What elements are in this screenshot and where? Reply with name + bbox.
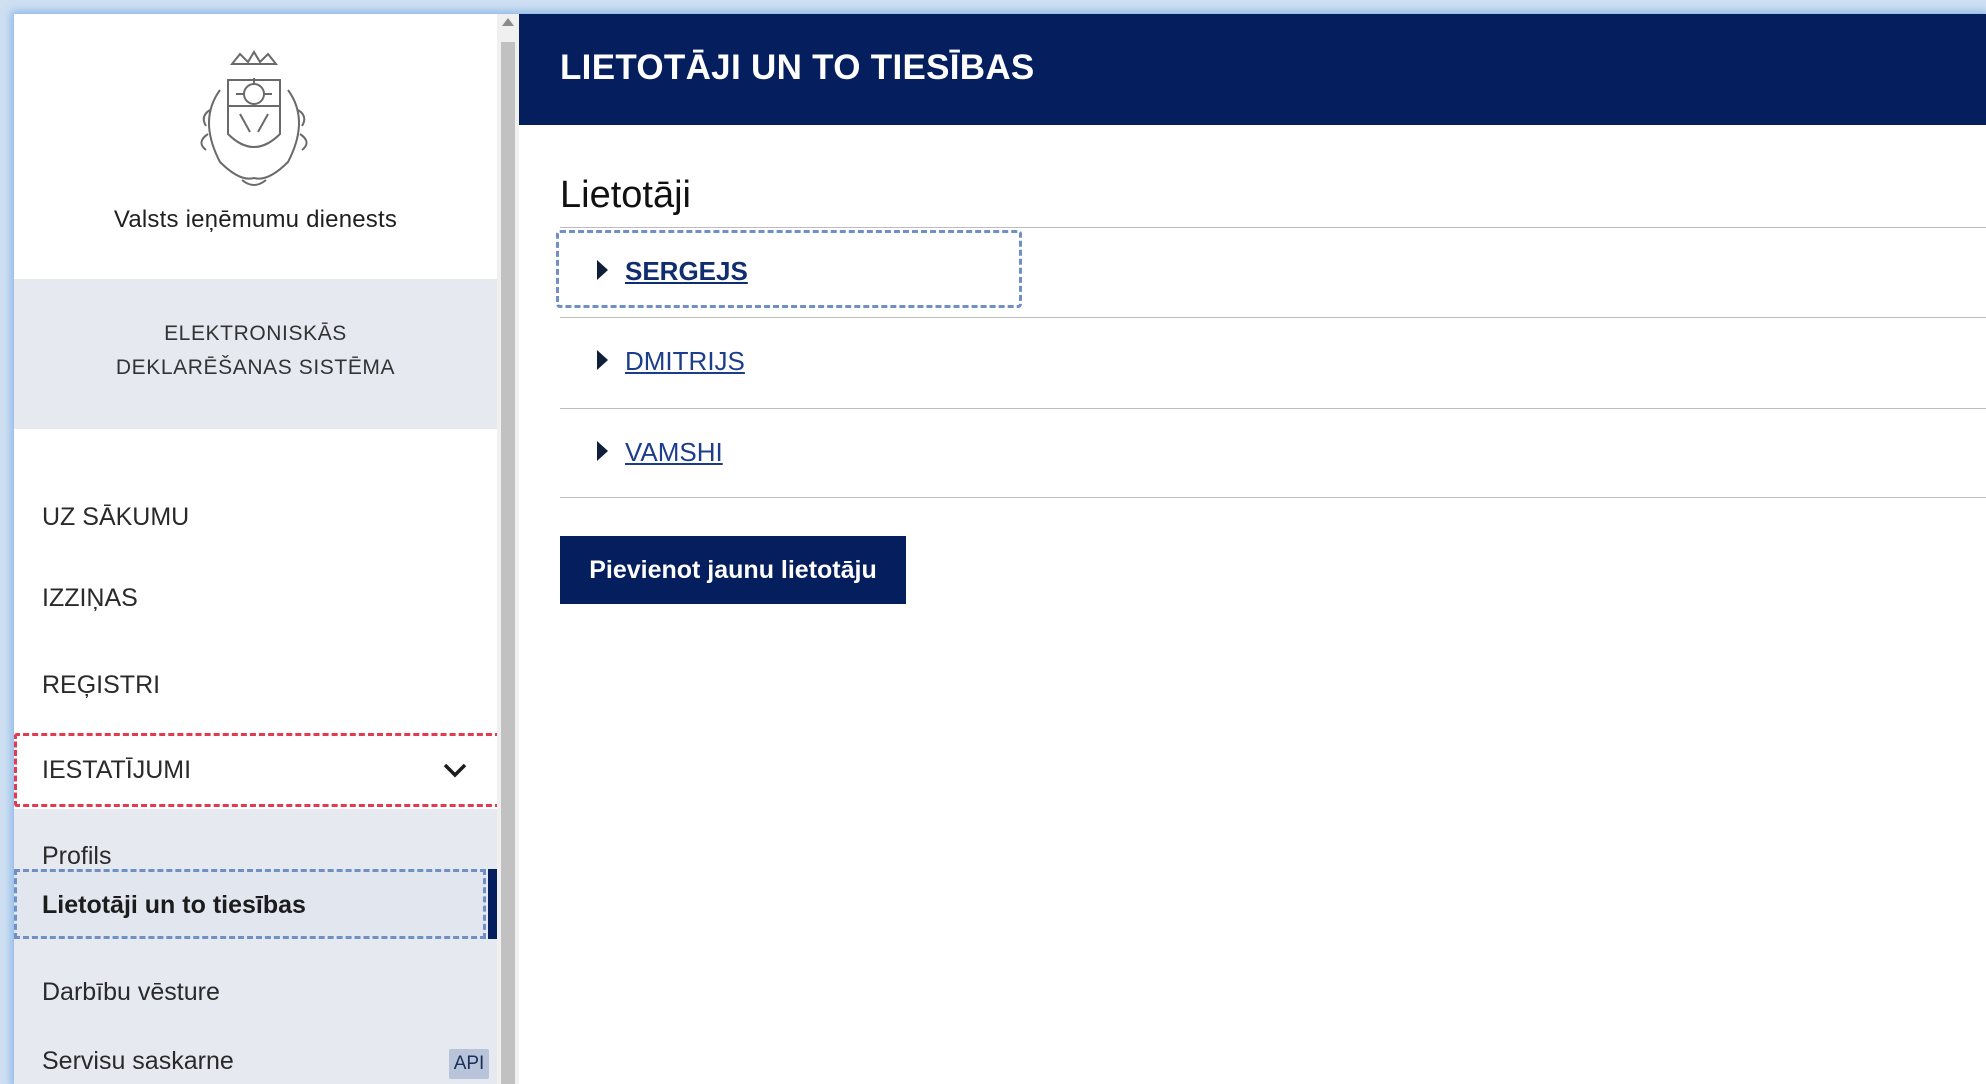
settings-label: IESTATĪJUMI (42, 756, 192, 784)
page-header: LIETOTĀJI UN TO TIESĪBAS (519, 14, 1986, 125)
nav-item-statements[interactable]: IZZIŅAS (42, 584, 138, 613)
user-link[interactable]: DMITRIJS (625, 346, 745, 377)
user-row[interactable]: DMITRIJS (560, 317, 1986, 407)
sidebar-scrollbar[interactable] (497, 14, 519, 1084)
settings-submenu: Profils Lietotāji un to tiesības Darbību… (14, 809, 497, 1084)
nav-item-registers[interactable]: REĢISTRI (42, 671, 160, 700)
caret-right-icon (597, 441, 608, 461)
page-title: LIETOTĀJI UN TO TIESĪBAS (560, 48, 1035, 87)
nav-item-settings[interactable]: IESTATĪJUMI (14, 733, 501, 807)
submenu-item-label: Lietotāji un to tiesības (42, 891, 306, 919)
api-badge: API (449, 1049, 489, 1079)
user-row[interactable]: VAMSHI (560, 408, 1986, 498)
submenu-item-profile[interactable]: Profils (42, 842, 111, 871)
logo-area: Valsts ieņēmumu dienests (14, 14, 497, 279)
submenu-item-activity-history[interactable]: Darbību vēsture (42, 978, 220, 1007)
caret-right-icon (597, 350, 608, 370)
system-title: ELEKTRONISKĀS DEKLARĒŠANAS SISTĒMA (14, 279, 497, 429)
coat-of-arms-logo (200, 50, 308, 186)
submenu-item-users-rights[interactable]: Lietotāji un to tiesības (14, 869, 486, 939)
active-indicator (488, 869, 497, 939)
sidebar: Valsts ieņēmumu dienests ELEKTRONISKĀS D… (14, 14, 501, 1084)
nav-item-home[interactable]: UZ SĀKUMU (42, 503, 189, 532)
app-window: Valsts ieņēmumu dienests ELEKTRONISKĀS D… (14, 14, 1986, 1084)
caret-right-icon (597, 260, 608, 280)
user-row[interactable]: SERGEJS (556, 227, 1986, 317)
submenu-item-service-interface[interactable]: Servisu saskarne (42, 1047, 234, 1076)
system-title-line2: DEKLARĒŠANAS SISTĒMA (115, 356, 396, 379)
section-title: Lietotāji (560, 174, 691, 216)
user-link[interactable]: VAMSHI (625, 437, 723, 468)
scroll-thumb[interactable] (501, 42, 515, 1084)
add-user-button[interactable]: Pievienot jaunu lietotāju (560, 536, 906, 604)
org-name: Valsts ieņēmumu dienests (113, 206, 398, 233)
chevron-down-icon (443, 763, 467, 778)
scroll-up-arrow-icon[interactable] (502, 18, 514, 26)
system-title-line1: ELEKTRONISKĀS (164, 322, 347, 345)
main-content: LIETOTĀJI UN TO TIESĪBAS Lietotāji SERGE… (519, 14, 1986, 1084)
user-link[interactable]: SERGEJS (625, 256, 748, 287)
